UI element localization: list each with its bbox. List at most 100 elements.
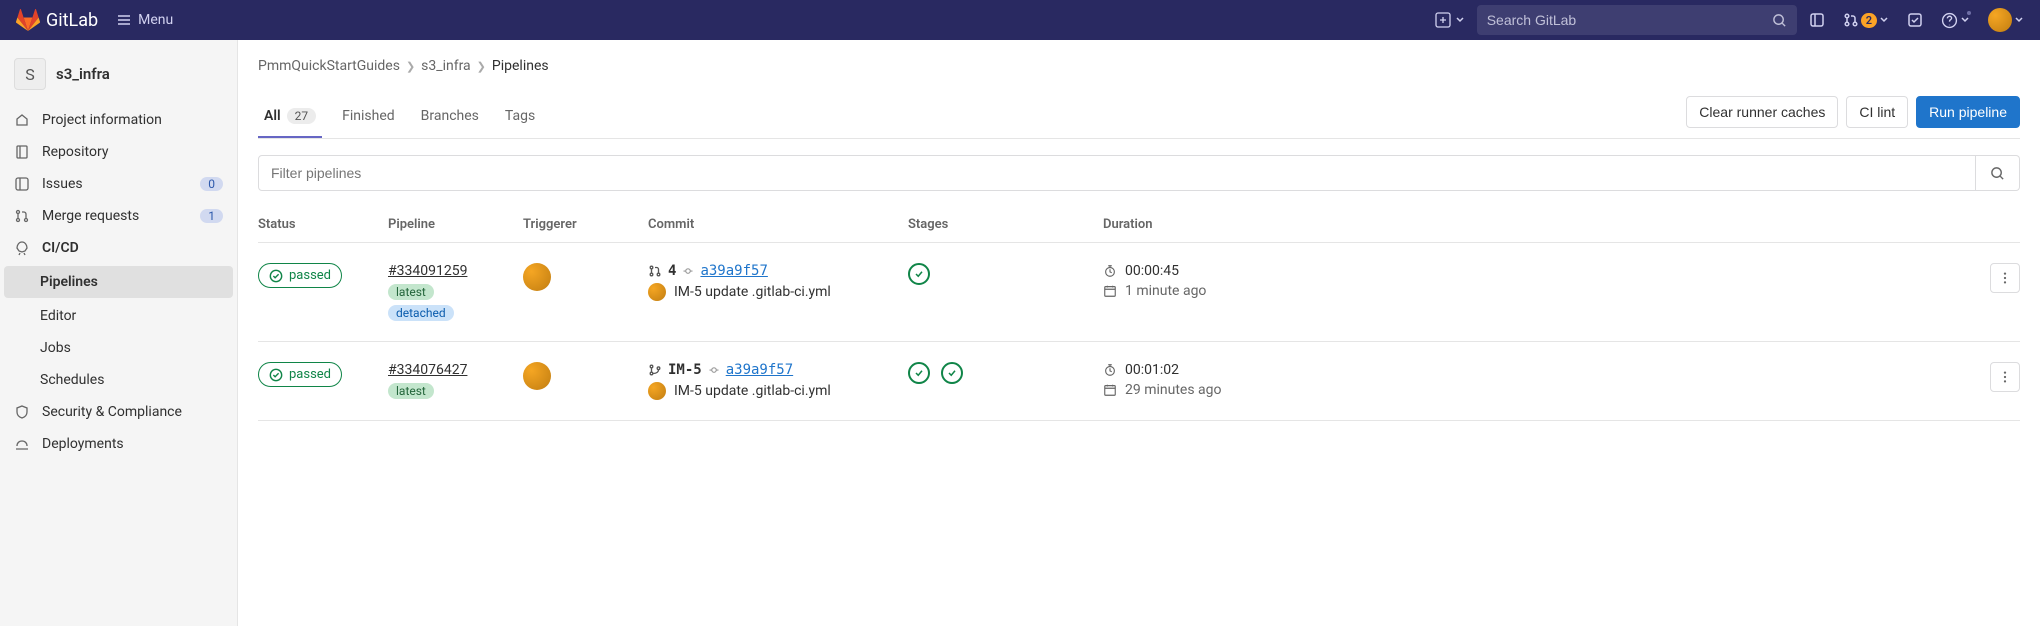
sidebar-sub-editor[interactable]: Editor [0,300,237,332]
col-header-pipeline: Pipeline [388,217,523,232]
help-dropdown[interactable] [1941,12,1970,29]
commit-message[interactable]: IM-5 update .gitlab-ci.yml [674,284,831,300]
nav-icons: 2 [1809,8,2024,32]
breadcrumb-project[interactable]: s3_infra [421,58,471,74]
user-menu[interactable] [1988,8,2024,32]
author-avatar[interactable] [648,283,666,301]
filter-input[interactable] [258,155,1976,191]
tab-finished[interactable]: Finished [336,96,401,138]
sidebar-sub-schedules[interactable]: Schedules [0,364,237,396]
pipeline-tag-latest: latest [388,383,434,399]
tab-all[interactable]: All 27 [258,96,322,138]
hamburger-icon [116,12,132,28]
run-pipeline-button[interactable]: Run pipeline [1916,96,2020,128]
commit-message[interactable]: IM-5 update .gitlab-ci.yml [674,383,831,399]
sidebar-sub-pipelines[interactable]: Pipelines [4,266,233,298]
global-search[interactable] [1477,5,1797,35]
sidebar-sub-jobs[interactable]: Jobs [0,332,237,364]
ref-name[interactable]: 4 [668,263,676,279]
issues-count: 0 [200,177,223,191]
plus-dropdown[interactable] [1435,12,1465,28]
col-header-commit: Commit [648,217,908,232]
top-navbar: GitLab Menu 2 [0,0,2040,40]
triggerer-avatar[interactable] [523,362,551,390]
shield-icon [14,404,30,420]
ci-lint-button[interactable]: CI lint [1846,96,1908,128]
mr-count-badge: 2 [1861,13,1877,28]
todos-icon[interactable] [1907,12,1923,28]
chevron-down-icon [2014,15,2024,25]
rocket-icon [14,240,30,256]
calendar-icon [1103,383,1117,397]
search-input[interactable] [1487,12,1772,28]
project-header[interactable]: S s3_infra [0,50,237,104]
tanuki-icon [16,8,40,32]
pipeline-id-link[interactable]: #334076427 [388,362,467,378]
tab-count: 27 [287,108,317,124]
filter-bar [258,155,2020,191]
pipeline-tag-detached: detached [388,305,454,321]
row-actions-menu[interactable] [1990,263,2020,293]
project-sidebar: S s3_infra Project information Repositor… [0,40,238,626]
breadcrumb-group[interactable]: PmmQuickStartGuides [258,58,400,74]
status-badge[interactable]: passed [258,263,342,288]
sidebar-item-deployments[interactable]: Deployments [0,428,237,460]
sidebar-item-cicd[interactable]: CI/CD [0,232,237,264]
commit-sha[interactable]: a39a9f57 [700,263,767,279]
sidebar-item-label: Repository [42,144,223,160]
main-content: PmmQuickStartGuides ❯ s3_infra ❯ Pipelin… [238,40,2040,626]
branch-icon [648,363,662,377]
sidebar-item-repository[interactable]: Repository [0,136,237,168]
notification-dot [1965,9,1973,17]
pipeline-tabs-row: All 27 Finished Branches Tags Clear runn… [258,96,2020,139]
stage-status-icon[interactable] [908,263,930,285]
merge-request-icon [14,208,30,224]
sidebar-item-project-info[interactable]: Project information [0,104,237,136]
finished-value: 29 minutes ago [1125,382,1222,398]
stage-status-icon[interactable] [908,362,930,384]
sidebar-item-merge-requests[interactable]: Merge requests 1 [0,200,237,232]
col-header-trigger: Triggerer [523,217,648,232]
project-avatar: S [14,58,46,90]
search-icon [1990,166,2005,181]
commit-sha[interactable]: a39a9f57 [726,362,793,378]
clear-caches-button[interactable]: Clear runner caches [1686,96,1838,128]
pipeline-row: passed #334076427 latest IM-5 a39a9f57 [258,342,2020,421]
brand-text: GitLab [46,10,98,31]
col-header-duration: Duration [1103,217,1970,232]
kebab-icon [1998,271,2012,285]
tab-branches[interactable]: Branches [415,96,485,138]
menu-toggle[interactable]: Menu [116,12,173,28]
pipeline-id-link[interactable]: #334091259 [388,263,467,279]
sidebar-item-label: Security & Compliance [42,404,223,420]
chevron-down-icon [1455,15,1465,25]
stopwatch-icon [1103,363,1117,377]
sidebar-item-label: Project information [42,112,223,128]
triggerer-avatar[interactable] [523,263,551,291]
stopwatch-icon [1103,264,1117,278]
duration-line: 00:00:45 [1103,263,1970,279]
merge-request-icon [648,264,662,278]
issues-shortcut-icon[interactable] [1809,12,1825,28]
col-header-status: Status [258,217,388,232]
tab-tags[interactable]: Tags [499,96,541,138]
home-icon [14,112,30,128]
author-avatar[interactable] [648,382,666,400]
finished-line: 29 minutes ago [1103,382,1970,398]
sidebar-item-security[interactable]: Security & Compliance [0,396,237,428]
ref-name[interactable]: IM-5 [668,362,702,378]
breadcrumb: PmmQuickStartGuides ❯ s3_infra ❯ Pipelin… [258,58,2020,74]
finished-line: 1 minute ago [1103,283,1970,299]
stage-status-icon[interactable] [941,362,963,384]
merge-requests-shortcut[interactable]: 2 [1843,12,1889,28]
commit-icon [682,265,694,277]
gitlab-logo[interactable]: GitLab [16,8,98,32]
filter-search-button[interactable] [1976,155,2020,191]
row-actions-menu[interactable] [1990,362,2020,392]
sidebar-item-issues[interactable]: Issues 0 [0,168,237,200]
check-circle-icon [269,368,283,382]
finished-value: 1 minute ago [1125,283,1206,299]
duration-value: 00:01:02 [1125,362,1179,378]
status-badge[interactable]: passed [258,362,342,387]
kebab-icon [1998,370,2012,384]
